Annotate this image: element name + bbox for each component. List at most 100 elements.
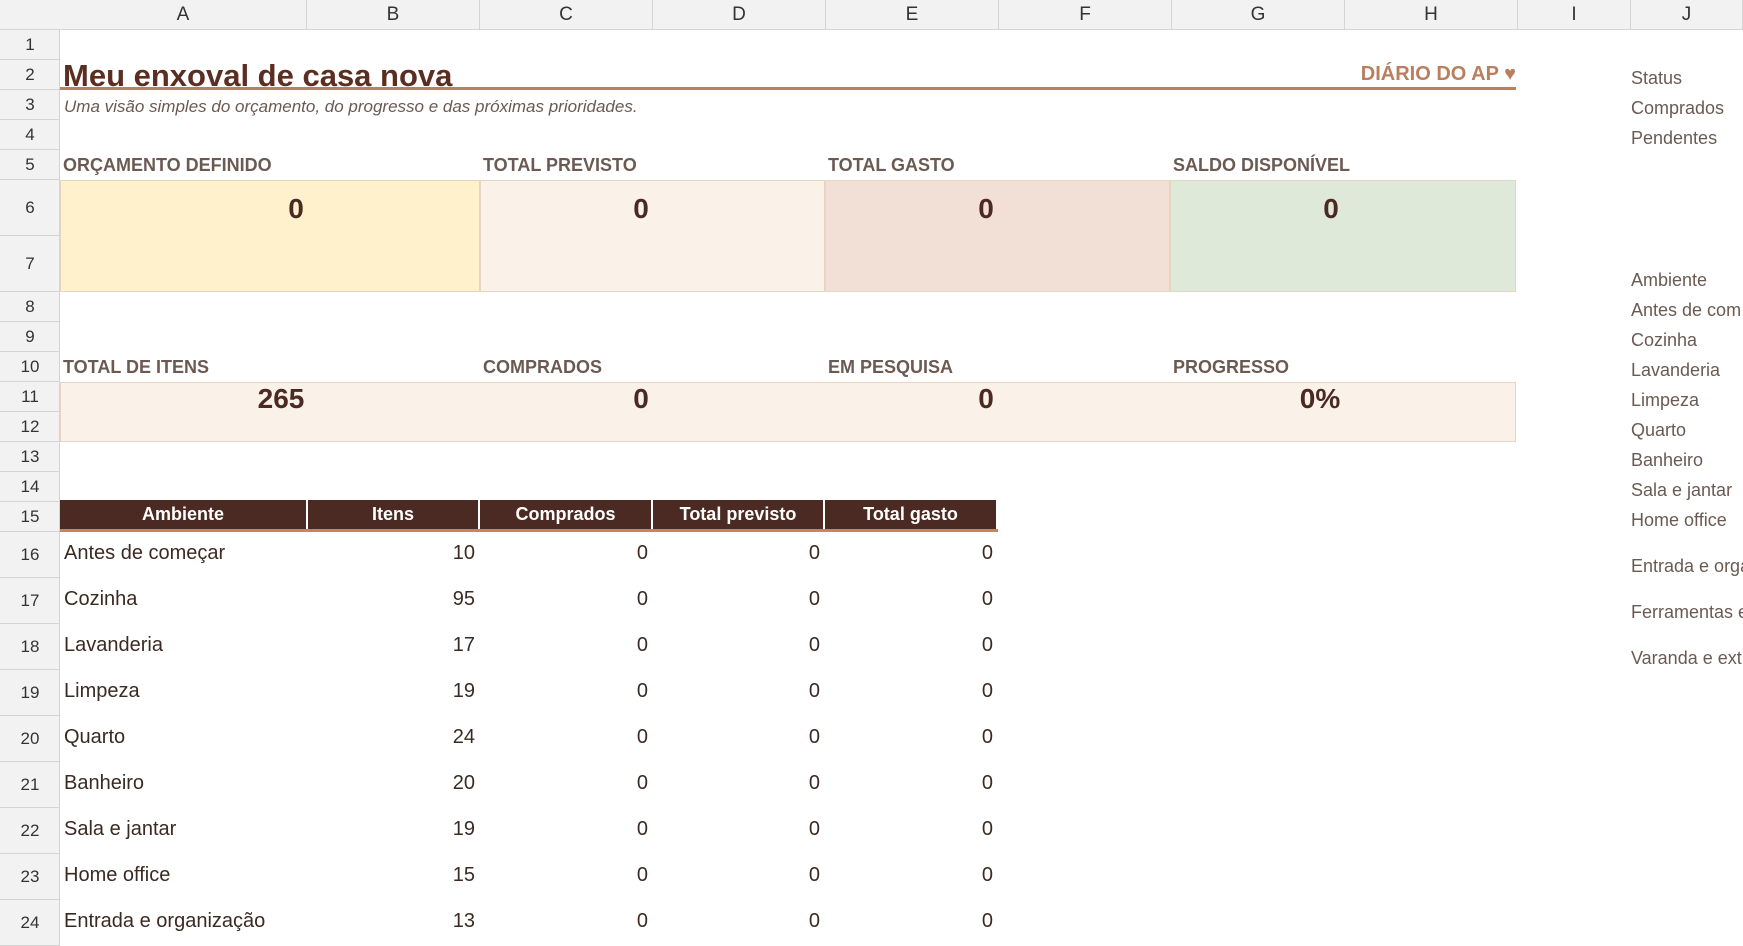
row-header-19[interactable]: 19 xyxy=(0,670,60,716)
row-header-12[interactable]: 12 xyxy=(0,412,60,442)
cell-ambiente[interactable]: Lavanderia xyxy=(60,622,307,668)
cell-number[interactable]: 0 xyxy=(479,668,652,714)
cell-number[interactable]: 17 xyxy=(307,622,479,668)
row-header-3[interactable]: 3 xyxy=(0,90,60,120)
cell-ambiente[interactable]: Entrada e organização xyxy=(60,898,307,944)
cell-number[interactable]: 0 xyxy=(652,576,824,622)
column-header-e[interactable]: E xyxy=(826,0,999,30)
cell-number[interactable]: 0 xyxy=(824,898,997,944)
row-header-16[interactable]: 16 xyxy=(0,532,60,578)
column-header-d[interactable]: D xyxy=(653,0,826,30)
cell-number[interactable]: 0 xyxy=(652,714,824,760)
cell-number[interactable]: 0 xyxy=(479,852,652,898)
card-label-previsto[interactable]: TOTAL PREVISTO xyxy=(483,155,637,176)
column-header-h[interactable]: H xyxy=(1345,0,1518,30)
side-ambiente-item[interactable]: Lavanderia xyxy=(1631,360,1720,381)
brand-label[interactable]: DIÁRIO DO AP ♥ xyxy=(1300,63,1516,86)
row-header-4[interactable]: 4 xyxy=(0,120,60,150)
cell-ambiente[interactable]: Banheiro xyxy=(60,760,307,806)
col-header-total-previsto[interactable]: Total previsto xyxy=(652,500,825,532)
cell-number[interactable]: 0 xyxy=(479,576,652,622)
cell-number[interactable]: 19 xyxy=(307,806,479,852)
side-ambiente-item[interactable]: Antes de com xyxy=(1631,300,1741,321)
cell-number[interactable]: 0 xyxy=(824,530,997,576)
cell-number[interactable]: 0 xyxy=(652,668,824,714)
cell-number[interactable]: 0 xyxy=(479,714,652,760)
cell-number[interactable]: 20 xyxy=(307,760,479,806)
cell-number[interactable]: 0 xyxy=(824,852,997,898)
row-header-11[interactable]: 11 xyxy=(0,382,60,412)
cell-number[interactable]: 0 xyxy=(479,806,652,852)
card-label-total-itens[interactable]: TOTAL DE ITENS xyxy=(63,357,209,378)
col-header-total-gasto[interactable]: Total gasto xyxy=(824,500,998,532)
col-header-comprados[interactable]: Comprados xyxy=(479,500,653,532)
cell-number[interactable]: 0 xyxy=(824,806,997,852)
row-header-24[interactable]: 24 xyxy=(0,900,60,946)
cell-number[interactable]: 0 xyxy=(652,806,824,852)
row-header-15[interactable]: 15 xyxy=(0,502,60,532)
side-ambiente-item[interactable]: Entrada e orga xyxy=(1631,556,1743,577)
row-header-23[interactable]: 23 xyxy=(0,854,60,900)
row-header-18[interactable]: 18 xyxy=(0,624,60,670)
side-status-item[interactable]: Pendentes xyxy=(1631,128,1717,149)
cell-ambiente[interactable]: Home office xyxy=(60,852,307,898)
cell-number[interactable]: 0 xyxy=(824,668,997,714)
column-header-f[interactable]: F xyxy=(999,0,1172,30)
cell-ambiente[interactable]: Antes de começar xyxy=(60,530,307,576)
side-ambiente-item[interactable]: Ferramentas e xyxy=(1631,602,1743,623)
side-ambiente-item[interactable]: Ambiente xyxy=(1631,270,1707,291)
card-label-em-pesquisa[interactable]: EM PESQUISA xyxy=(828,357,953,378)
row-header-13[interactable]: 13 xyxy=(0,442,60,472)
cell-number[interactable]: 0 xyxy=(479,898,652,944)
side-ambiente-item[interactable]: Banheiro xyxy=(1631,450,1703,471)
row-header-7[interactable]: 7 xyxy=(0,236,60,292)
cell-number[interactable]: 0 xyxy=(479,530,652,576)
cell-number[interactable]: 0 xyxy=(652,530,824,576)
row-header-2[interactable]: 2 xyxy=(0,60,60,90)
column-header-j[interactable]: J xyxy=(1631,0,1743,30)
column-header-b[interactable]: B xyxy=(307,0,480,30)
cell-number[interactable]: 0 xyxy=(652,760,824,806)
cell-number[interactable]: 0 xyxy=(479,622,652,668)
column-header-a[interactable]: A xyxy=(60,0,307,30)
side-status-item[interactable]: Status xyxy=(1631,68,1682,89)
cell-number[interactable]: 0 xyxy=(824,622,997,668)
row-header-14[interactable]: 14 xyxy=(0,472,60,502)
sheet-subtitle[interactable]: Uma visão simples do orçamento, do progr… xyxy=(64,97,638,117)
row-header-1[interactable]: 1 xyxy=(0,30,60,60)
row-header-17[interactable]: 17 xyxy=(0,578,60,624)
card-label-gasto[interactable]: TOTAL GASTO xyxy=(828,155,955,176)
column-header-c[interactable]: C xyxy=(480,0,653,30)
cell-number[interactable]: 0 xyxy=(652,622,824,668)
cell-number[interactable]: 10 xyxy=(307,530,479,576)
column-header-g[interactable]: G xyxy=(1172,0,1345,30)
side-ambiente-item[interactable]: Quarto xyxy=(1631,420,1686,441)
card-label-orcamento[interactable]: ORÇAMENTO DEFINIDO xyxy=(63,155,272,176)
card-label-comprados[interactable]: COMPRADOS xyxy=(483,357,602,378)
side-status-item[interactable]: Comprados xyxy=(1631,98,1724,119)
card-label-progresso[interactable]: PROGRESSO xyxy=(1173,357,1289,378)
side-ambiente-item[interactable]: Cozinha xyxy=(1631,330,1697,351)
cell-ambiente[interactable]: Cozinha xyxy=(60,576,307,622)
cell-number[interactable]: 0 xyxy=(652,852,824,898)
row-header-20[interactable]: 20 xyxy=(0,716,60,762)
side-ambiente-item[interactable]: Home office xyxy=(1631,510,1727,531)
cell-number[interactable]: 0 xyxy=(824,760,997,806)
cell-number[interactable]: 0 xyxy=(652,898,824,944)
cell-number[interactable]: 19 xyxy=(307,668,479,714)
cell-number[interactable]: 95 xyxy=(307,576,479,622)
col-header-ambiente[interactable]: Ambiente xyxy=(60,500,308,532)
row-header-22[interactable]: 22 xyxy=(0,808,60,854)
side-ambiente-item[interactable]: Varanda e ext xyxy=(1631,648,1742,669)
row-header-8[interactable]: 8 xyxy=(0,292,60,322)
cell-number[interactable]: 0 xyxy=(824,714,997,760)
cell-number[interactable]: 0 xyxy=(479,760,652,806)
cell-ambiente[interactable]: Limpeza xyxy=(60,668,307,714)
column-header-i[interactable]: I xyxy=(1518,0,1631,30)
side-ambiente-item[interactable]: Limpeza xyxy=(1631,390,1699,411)
row-header-6[interactable]: 6 xyxy=(0,180,60,236)
card-label-saldo[interactable]: SALDO DISPONÍVEL xyxy=(1173,155,1350,176)
cell-number[interactable]: 15 xyxy=(307,852,479,898)
row-header-21[interactable]: 21 xyxy=(0,762,60,808)
row-header-5[interactable]: 5 xyxy=(0,150,60,180)
